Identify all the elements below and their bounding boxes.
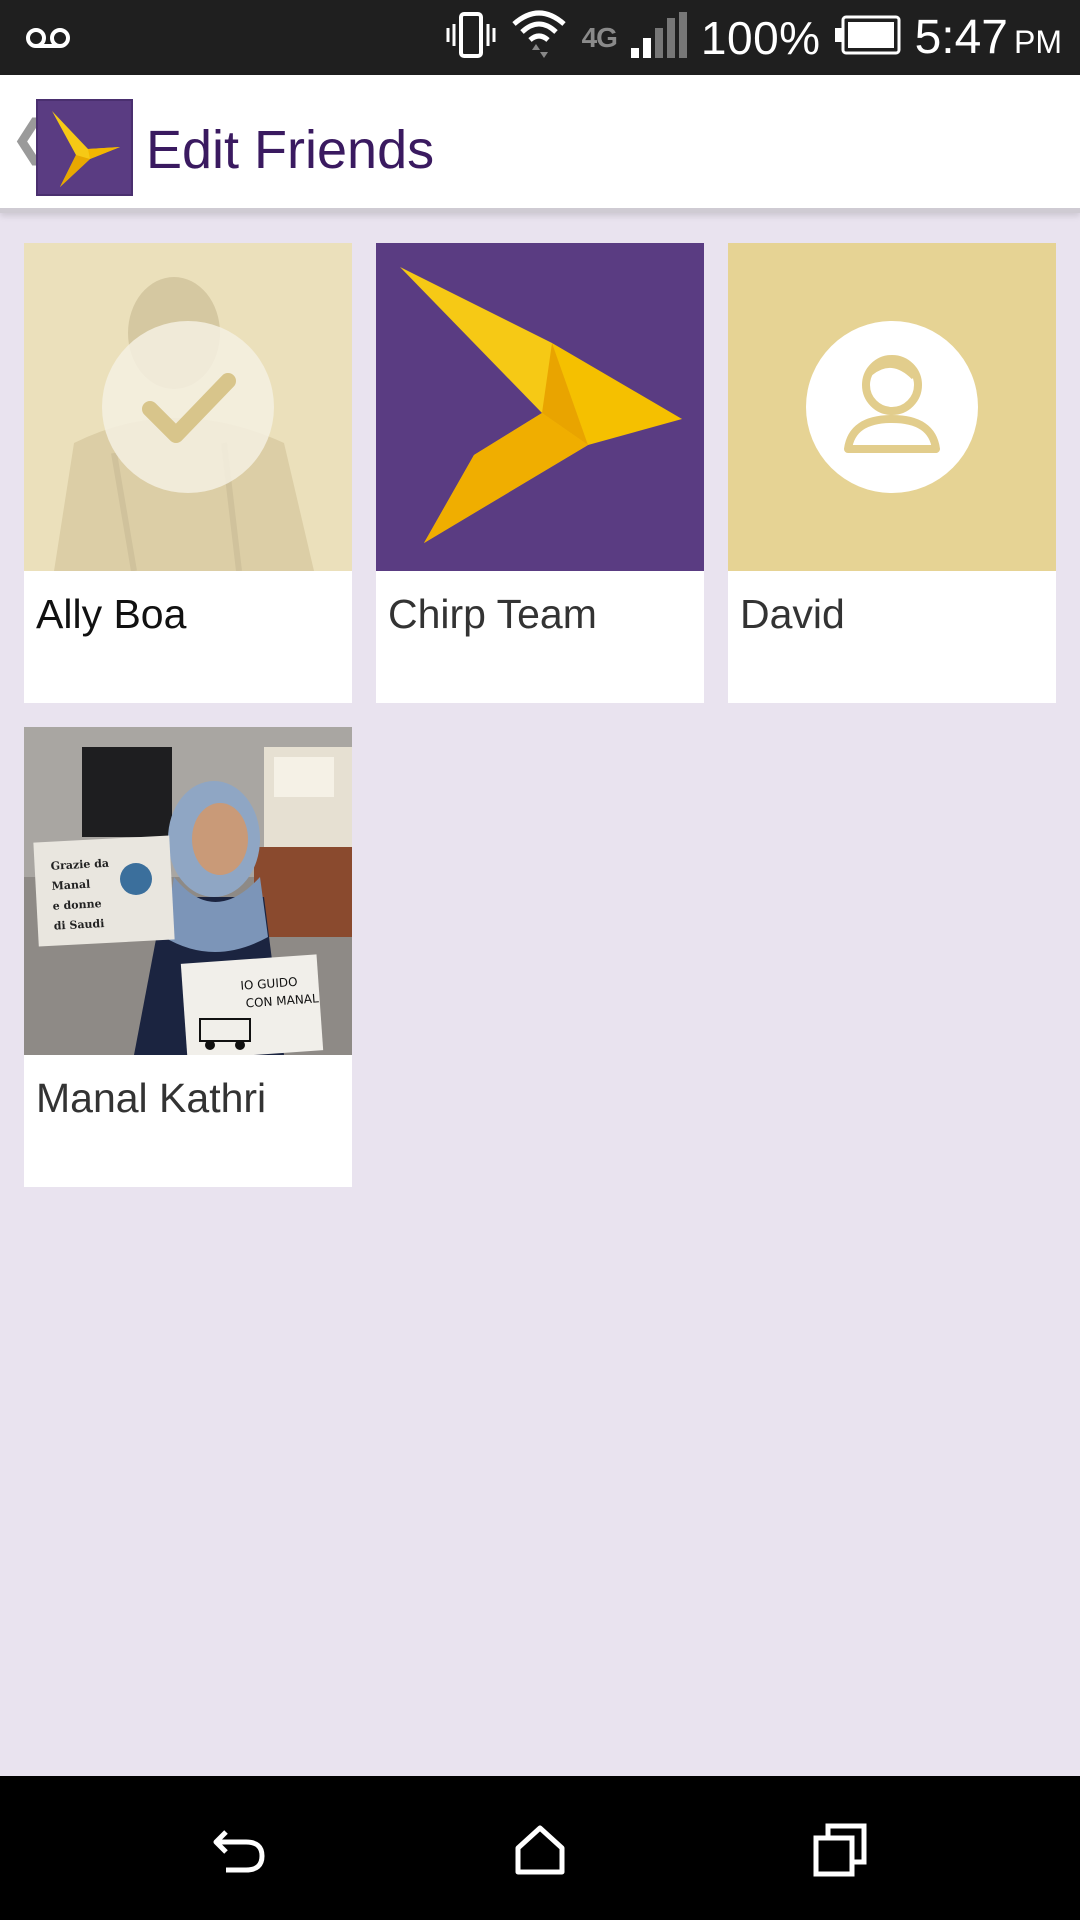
page-title: Edit Friends — [146, 120, 435, 180]
person-placeholder-icon — [728, 243, 1056, 571]
friend-card-chirp-team[interactable]: Chirp Team — [376, 243, 704, 703]
clock-ampm: PM — [1014, 24, 1062, 60]
friend-name: Chirp Team — [388, 591, 597, 637]
chirp-bird-icon — [376, 243, 704, 571]
clock-time: 5:47 — [914, 11, 1008, 64]
battery-icon — [834, 15, 901, 60]
friend-card-manal-kathri[interactable]: Grazie da Manal e donne di Saudi IO GUID… — [24, 727, 352, 1187]
friend-name: Ally Boa — [36, 591, 187, 637]
friend-photo: Grazie da Manal e donne di Saudi IO GUID… — [24, 727, 352, 1055]
sign-left-text-4: di Saudi — [53, 917, 104, 933]
sign-left-text-2: Manal — [51, 878, 90, 893]
home-icon[interactable] — [512, 1822, 568, 1878]
clock: 5:47 PM — [915, 10, 1062, 65]
friend-name: David — [740, 591, 845, 637]
status-bar: 4G 100% 5:47 PM — [0, 0, 1080, 75]
navigation-bar — [0, 1776, 1080, 1920]
signal-icon — [630, 12, 687, 63]
network-type-label: 4G — [581, 21, 618, 53]
friend-card-david[interactable]: David — [728, 243, 1056, 703]
friend-card-ally-boa[interactable]: Ally Boa — [24, 243, 352, 703]
vibrate-icon — [446, 10, 496, 65]
back-icon[interactable] — [212, 1822, 268, 1878]
sign-left-text-3: e donne — [52, 897, 101, 913]
battery-percent: 100% — [700, 11, 821, 64]
chirp-bird-icon[interactable] — [36, 99, 133, 196]
wifi-icon — [510, 6, 568, 69]
recent-apps-icon[interactable] — [812, 1822, 868, 1878]
friend-photo — [24, 243, 352, 571]
friend-name: Manal Kathri — [36, 1075, 267, 1121]
app-bar: ❮ Edit Friends — [0, 75, 1080, 213]
voicemail-icon — [24, 18, 72, 63]
